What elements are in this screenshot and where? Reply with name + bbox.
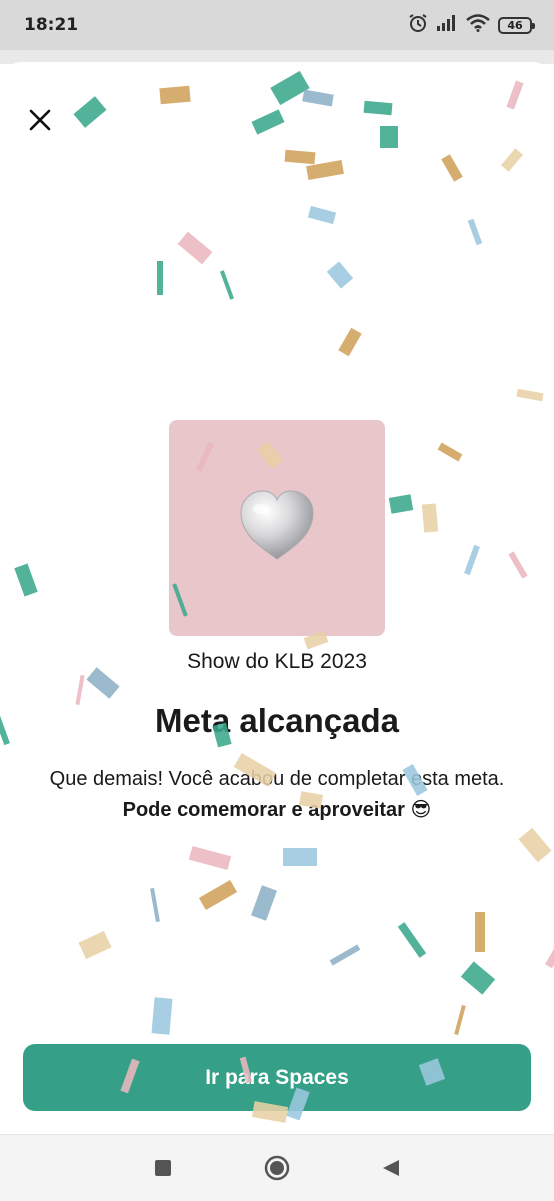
alarm-icon: [408, 13, 428, 37]
status-time: 18:21: [24, 15, 79, 35]
goal-image: [169, 420, 385, 636]
message-bold: Pode comemorar e aproveitar: [122, 799, 405, 821]
close-icon: [29, 109, 51, 136]
back-button[interactable]: [378, 1157, 404, 1183]
signal-icon: [436, 14, 458, 36]
close-button[interactable]: [22, 104, 58, 140]
heart-balloon-icon: [237, 489, 317, 568]
sunglasses-emoji: 😎: [410, 799, 432, 821]
goal-name: Show do KLB 2023: [187, 650, 367, 673]
success-message: Que demais! Você acabou de completar est…: [40, 764, 514, 826]
circle-icon: [264, 1155, 290, 1186]
message-text: Que demais! Você acabou de completar est…: [49, 768, 505, 790]
navigation-bar: [0, 1134, 554, 1201]
status-icons: 46: [408, 13, 535, 37]
recents-button[interactable]: [150, 1157, 176, 1183]
battery-icon: 46: [498, 16, 535, 34]
go-to-spaces-button[interactable]: Ir para Spaces: [23, 1044, 531, 1111]
home-button[interactable]: [264, 1155, 290, 1186]
status-bar: 18:21 46: [0, 0, 554, 50]
headline: Meta alcançada: [155, 702, 399, 739]
triangle-back-icon: [381, 1158, 401, 1183]
square-icon: [154, 1159, 172, 1182]
wifi-icon: [466, 14, 490, 36]
